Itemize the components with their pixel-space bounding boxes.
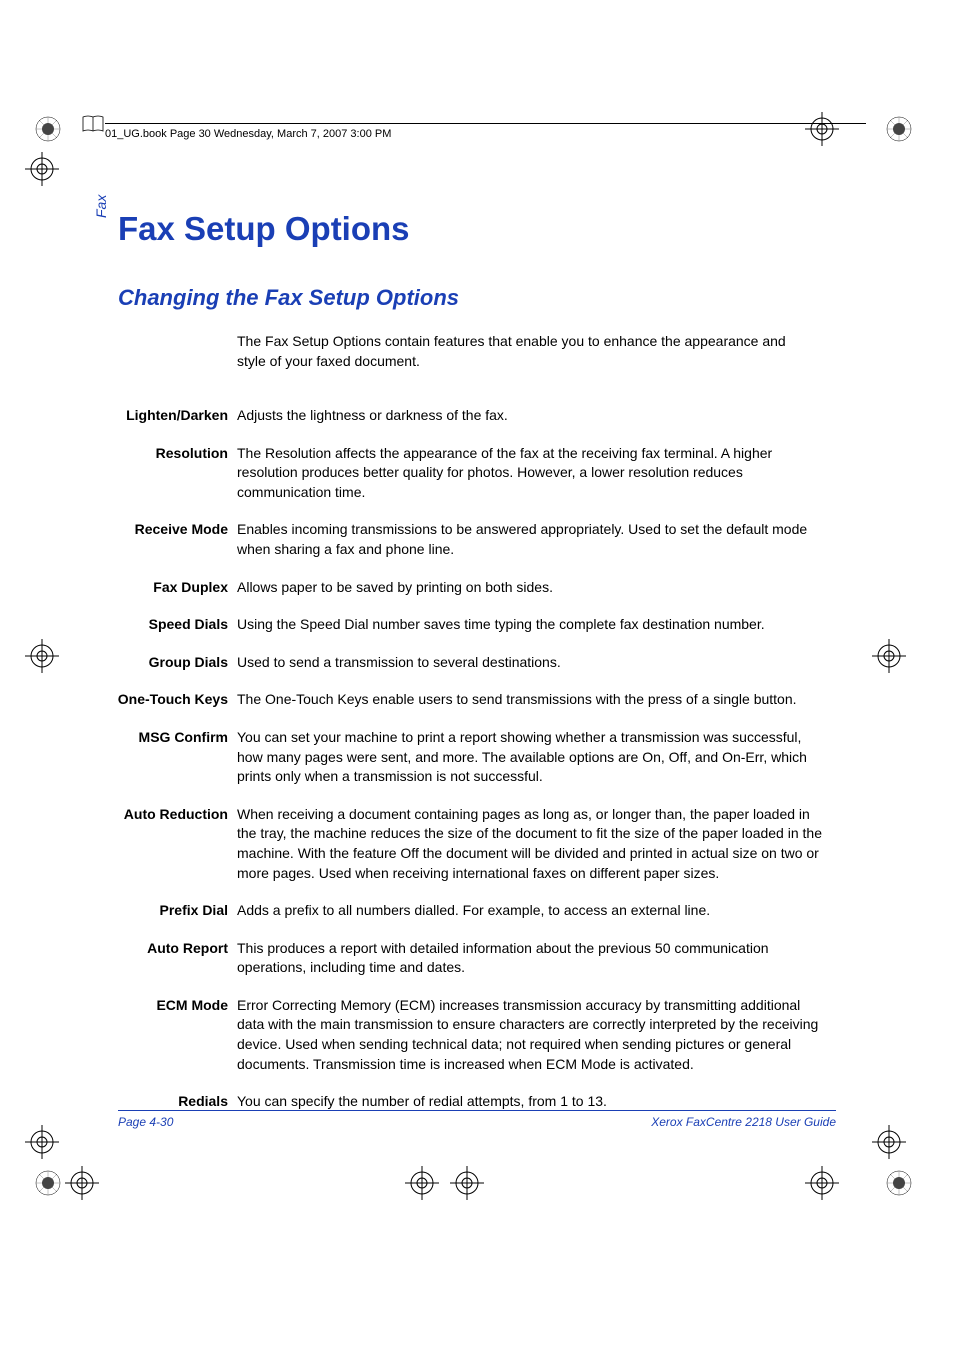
print-mark-register-icon [450,1166,484,1200]
definition-row: Group DialsUsed to send a transmission t… [110,653,822,673]
definition-desc: Used to send a transmission to several d… [237,653,822,673]
definition-desc: This produces a report with detailed inf… [237,939,822,978]
definition-row: ECM ModeError Correcting Memory (ECM) in… [110,996,822,1074]
definition-row: Lighten/DarkenAdjusts the lightness or d… [110,406,822,426]
definition-row: MSG ConfirmYou can set your machine to p… [110,728,822,787]
definition-row: Receive ModeEnables incoming transmissio… [110,520,822,559]
definition-term: Resolution [110,444,237,464]
definition-desc: The Resolution affects the appearance of… [237,444,822,503]
definition-row: One-Touch KeysThe One-Touch Keys enable … [110,690,822,710]
header-text: 01_UG.book Page 30 Wednesday, March 7, 2… [105,128,391,140]
definition-term: Auto Reduction [110,805,237,825]
definition-row: Auto ReportThis produces a report with d… [110,939,822,978]
definition-row: Fax DuplexAllows paper to be saved by pr… [110,578,822,598]
footer-guide-name: Xerox FaxCentre 2218 User Guide [651,1115,836,1129]
print-mark-globe-icon [35,116,61,142]
definition-row: RedialsYou can specify the number of red… [110,1092,822,1112]
print-mark-register-icon [405,1166,439,1200]
definition-row: Prefix DialAdds a prefix to all numbers … [110,901,822,921]
definition-term: Prefix Dial [110,901,237,921]
page-title: Fax Setup Options [118,210,410,248]
definition-term: ECM Mode [110,996,237,1016]
definition-desc: When receiving a document containing pag… [237,805,822,883]
definition-desc: You can specify the number of redial att… [237,1092,822,1112]
definition-row: ResolutionThe Resolution affects the app… [110,444,822,503]
definition-row: Auto ReductionWhen receiving a document … [110,805,822,883]
definition-term: Fax Duplex [110,578,237,598]
print-mark-globe-icon [35,1170,61,1196]
definition-desc: The One-Touch Keys enable users to send … [237,690,822,710]
definition-list: Lighten/DarkenAdjusts the lightness or d… [110,388,822,1112]
print-mark-register-icon [25,152,59,186]
page-footer: Page 4-30 Xerox FaxCentre 2218 User Guid… [118,1110,836,1129]
footer-page-number: Page 4-30 [118,1115,173,1129]
book-icon [82,115,104,133]
print-mark-register-icon [25,639,59,673]
definition-term: Receive Mode [110,520,237,540]
page-header: 01_UG.book Page 30 Wednesday, March 7, 2… [105,123,866,140]
definition-desc: You can set your machine to print a repo… [237,728,822,787]
definition-term: Auto Report [110,939,237,959]
definition-desc: Enables incoming transmissions to be ans… [237,520,822,559]
definition-desc: Allows paper to be saved by printing on … [237,578,822,598]
definition-term: Speed Dials [110,615,237,635]
side-tab-label: Fax [93,195,109,218]
definition-desc: Using the Speed Dial number saves time t… [237,615,822,635]
definition-desc: Error Correcting Memory (ECM) increases … [237,996,822,1074]
definition-row: Speed DialsUsing the Speed Dial number s… [110,615,822,635]
print-mark-register-icon [872,1125,906,1159]
definition-term: Redials [110,1092,237,1112]
print-mark-register-icon [65,1166,99,1200]
definition-term: Group Dials [110,653,237,673]
print-mark-globe-icon [886,116,912,142]
print-mark-register-icon [805,1166,839,1200]
definition-term: One-Touch Keys [110,690,237,710]
definition-desc: Adds a prefix to all numbers dialled. Fo… [237,901,822,921]
print-mark-register-icon [872,639,906,673]
definition-term: MSG Confirm [110,728,237,748]
section-title: Changing the Fax Setup Options [118,285,459,311]
definition-desc: Adjusts the lightness or darkness of the… [237,406,822,426]
intro-paragraph: The Fax Setup Options contain features t… [237,332,817,371]
print-mark-globe-icon [886,1170,912,1196]
definition-term: Lighten/Darken [110,406,237,426]
print-mark-register-icon [25,1125,59,1159]
